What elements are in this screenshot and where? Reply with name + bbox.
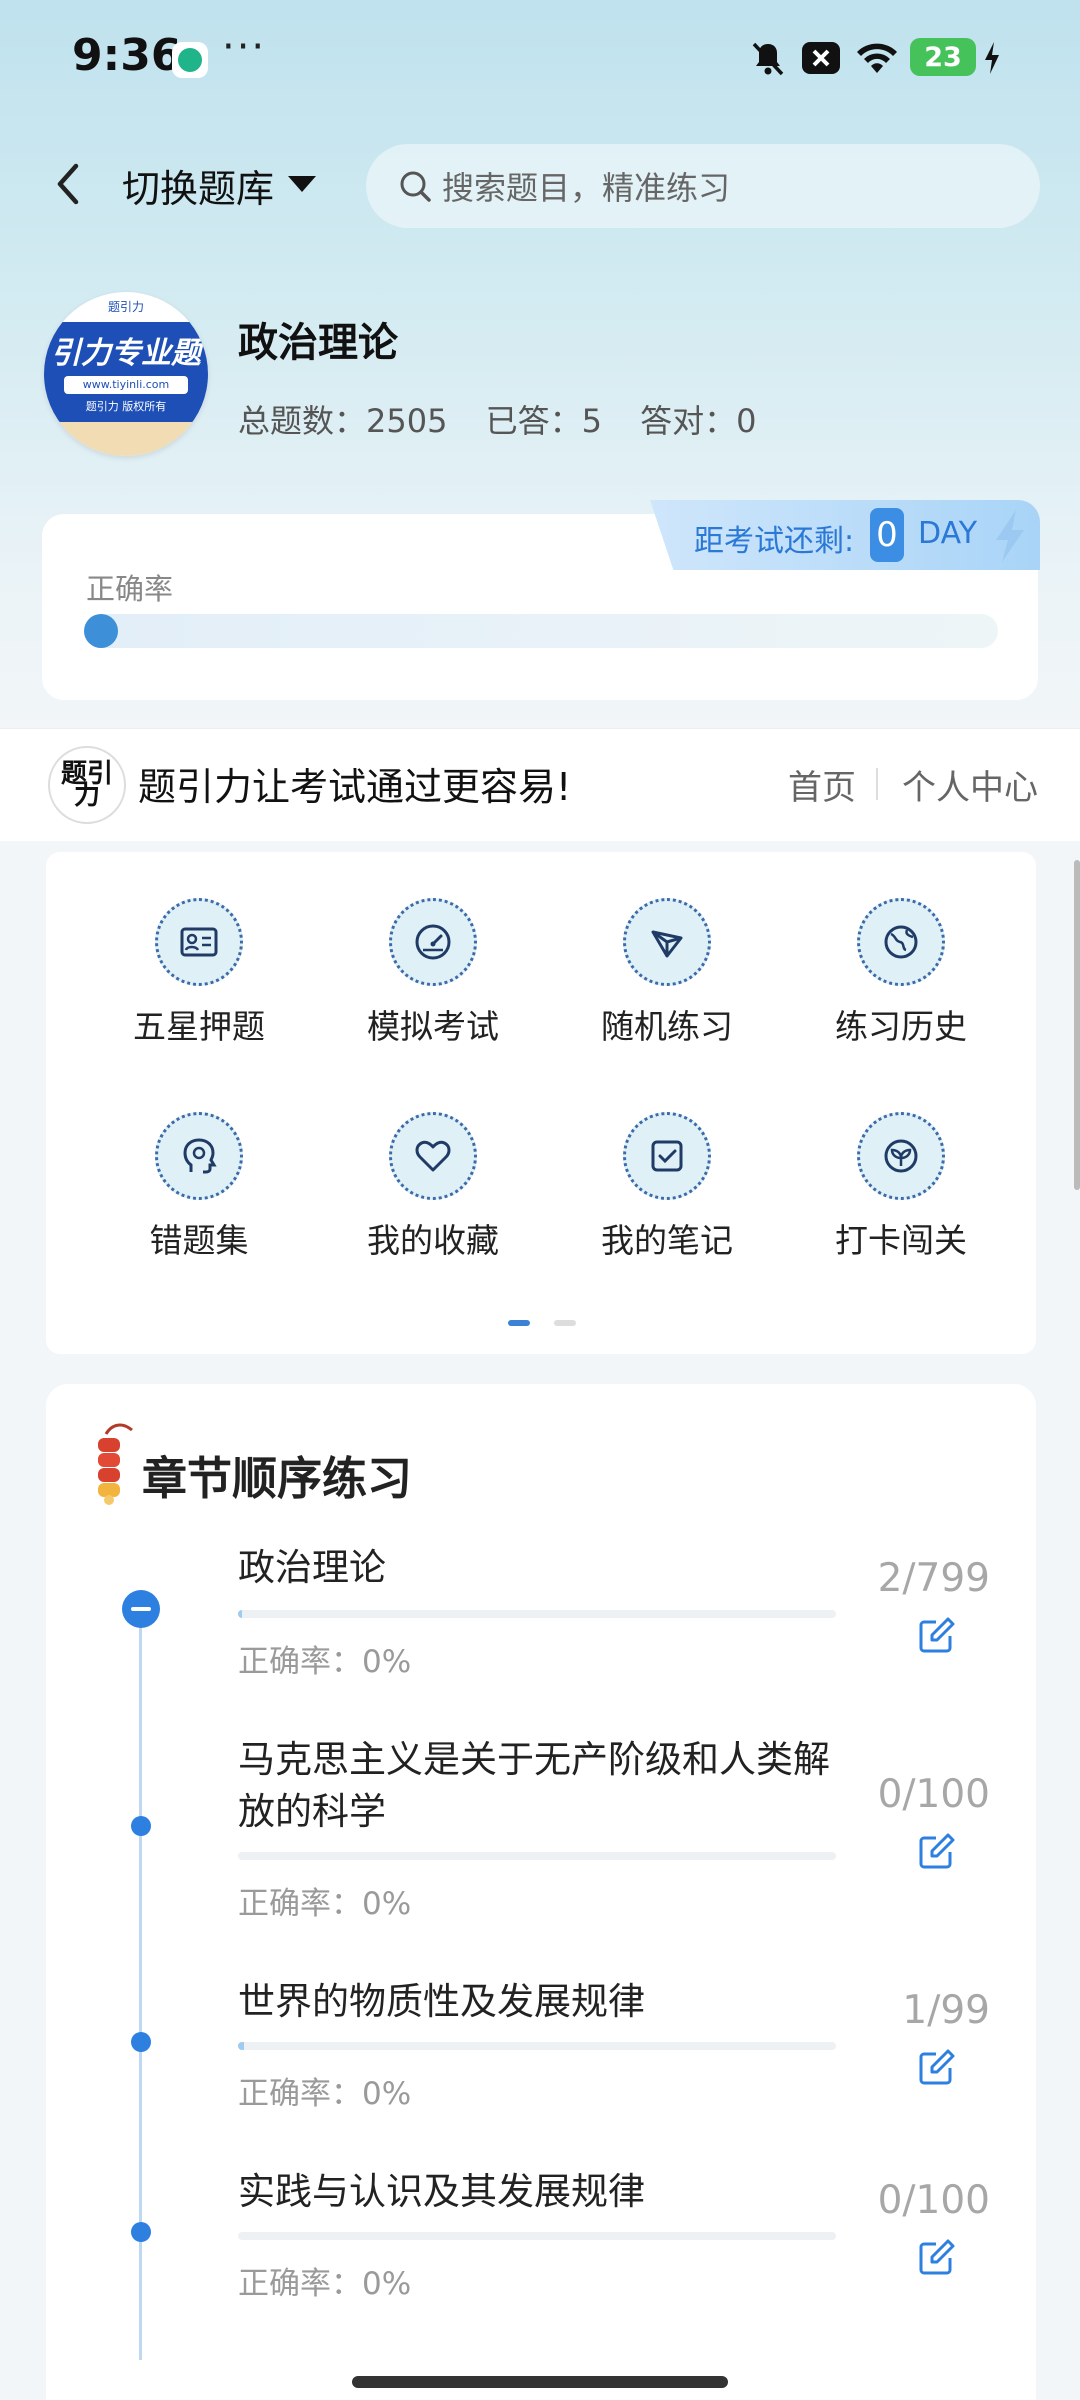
chapter-accuracy: 正确率：0% — [238, 2266, 412, 2302]
page-indicator-active — [508, 1320, 530, 1326]
logo-sub: 题引力 版权所有 — [85, 400, 167, 413]
chapter-progress-track — [238, 1852, 836, 1860]
accuracy-progress-track — [86, 614, 998, 648]
bank-stats: 总题数：2505 已答：5 答对：0 — [238, 396, 785, 442]
back-arrow-icon[interactable] — [48, 158, 88, 210]
feature-checkin[interactable]: 打卡闯关 — [784, 1112, 1018, 1262]
feature-label: 我的收藏 — [367, 1221, 499, 1260]
more-notifications-icon: ··· — [222, 24, 267, 70]
nav-divider — [876, 768, 878, 800]
home-link[interactable]: 首页 — [788, 760, 856, 809]
chapter-title[interactable]: 世界的物质性及发展规律 — [238, 1976, 838, 2028]
exam-countdown-days: 0 — [870, 508, 904, 562]
accuracy-progress-knob — [84, 614, 118, 648]
feature-wrong-questions[interactable]: 错题集 — [82, 1112, 316, 1262]
brand-logo: 题引力 — [48, 746, 126, 824]
feature-random-practice[interactable]: 随机练习 — [550, 898, 784, 1048]
shuffle-icon — [651, 930, 683, 958]
timeline-dot — [131, 2222, 151, 2242]
firecracker-icon — [98, 1423, 133, 1505]
feature-mock-exam[interactable]: 模拟考试 — [316, 898, 550, 1048]
feature-label: 练习历史 — [835, 1007, 967, 1046]
search-icon — [400, 171, 431, 202]
mute-icon — [752, 42, 784, 76]
app-notification-icon — [172, 42, 208, 78]
scrollbar-thumb[interactable] — [1074, 860, 1080, 1190]
status-bar: 9:36 ··· 23 — [0, 0, 1080, 118]
chapter-count: 0/100 — [877, 2178, 990, 2223]
correct-count: 答对：0 — [640, 402, 757, 440]
answered-count: 已答：5 — [485, 402, 602, 440]
exam-countdown-unit: DAY — [918, 516, 978, 551]
caret-down-icon[interactable] — [288, 176, 316, 192]
chapter-title[interactable]: 实践与认识及其发展规律 — [238, 2166, 838, 2218]
feature-five-star[interactable]: 五星押题 — [82, 898, 316, 1048]
switch-bank-button[interactable]: 切换题库 — [122, 158, 274, 213]
question-bank-logo: 题引力 引力专业题 www.tiyinli.com 题引力 版权所有 — [44, 292, 208, 456]
sprout-icon — [884, 1139, 918, 1173]
timeline-line — [139, 1610, 142, 2360]
gesture-home-bar[interactable] — [352, 2376, 728, 2388]
search-bar[interactable]: 搜索题目，精准练习 — [366, 144, 1040, 228]
chapter-progress-track — [238, 2042, 836, 2050]
chapter-progress-fill — [238, 1610, 243, 1618]
slogan-text: 题引力让考试通过更容易! — [138, 765, 572, 809]
timeline-dot — [131, 1816, 151, 1836]
search-input[interactable]: 搜索题目，精准练习 — [442, 163, 730, 209]
collapse-icon[interactable] — [122, 1590, 160, 1628]
edit-icon[interactable] — [914, 1830, 958, 1874]
page-indicator — [554, 1320, 576, 1326]
logo-url: www.tiyinli.com — [64, 376, 188, 394]
chapter-accuracy: 正确率：0% — [238, 2076, 412, 2112]
wifi-icon — [857, 43, 897, 73]
timeline-dot — [131, 2032, 151, 2052]
note-check-icon — [651, 1140, 683, 1172]
lightning-icon — [996, 510, 1024, 562]
personal-center-link[interactable]: 个人中心 — [902, 760, 1038, 809]
feature-label: 打卡闯关 — [835, 1221, 967, 1260]
chapter-count: 1/99 — [902, 1988, 990, 2033]
edit-icon[interactable] — [914, 2046, 958, 2090]
brand-logo-text: 题引力 — [61, 759, 114, 811]
chapter-accuracy: 正确率：0% — [238, 1886, 412, 1922]
logo-mark: 题引力 — [107, 300, 144, 314]
chapter-title[interactable]: 政治理论 — [238, 1542, 838, 1594]
bank-title: 政治理论 — [238, 320, 398, 366]
chapter-count: 2/799 — [877, 1556, 990, 1601]
globe-icon — [884, 925, 918, 959]
chapter-section-title: 章节顺序练习 — [142, 1452, 413, 1505]
accuracy-label: 正确率 — [86, 572, 174, 606]
feature-label: 模拟考试 — [367, 1007, 499, 1046]
exam-countdown-label: 距考试还剩: — [694, 524, 855, 559]
battery-level: 23 — [910, 38, 976, 76]
feature-notes[interactable]: 我的笔记 — [550, 1112, 784, 1262]
total-count: 总题数：2505 — [238, 402, 448, 440]
heart-icon — [415, 1140, 451, 1172]
head-icon — [183, 1138, 217, 1174]
chapter-progress-fill — [238, 2042, 245, 2050]
close-box-icon — [802, 42, 840, 74]
edit-icon[interactable] — [914, 1614, 958, 1658]
charging-icon — [985, 42, 999, 74]
chapter-accuracy: 正确率：0% — [238, 1644, 412, 1680]
feature-grid: 五星押题 模拟考试 随机练习 练习历史 错题集 我的收藏 我的笔记 打卡闯关 — [46, 852, 1036, 1354]
chapter-progress-track — [238, 1610, 836, 1618]
status-time: 9:36 — [72, 30, 182, 81]
chapter-count: 0/100 — [877, 1772, 990, 1817]
feature-label: 错题集 — [149, 1221, 249, 1260]
feature-label: 随机练习 — [601, 1007, 733, 1046]
edit-icon[interactable] — [914, 2236, 958, 2280]
feature-favorites[interactable]: 我的收藏 — [316, 1112, 550, 1262]
gauge-icon — [415, 924, 451, 960]
chapter-progress-track — [238, 2232, 836, 2240]
chapter-practice-section — [46, 1384, 1036, 2400]
feature-label: 五星押题 — [133, 1007, 265, 1046]
feature-label: 我的笔记 — [601, 1221, 733, 1260]
chapter-title[interactable]: 马克思主义是关于无产阶级和人类解放的科学 — [238, 1734, 838, 1838]
id-card-icon — [180, 927, 218, 957]
logo-text: 引力专业题 — [51, 336, 201, 371]
feature-practice-history[interactable]: 练习历史 — [784, 898, 1018, 1048]
